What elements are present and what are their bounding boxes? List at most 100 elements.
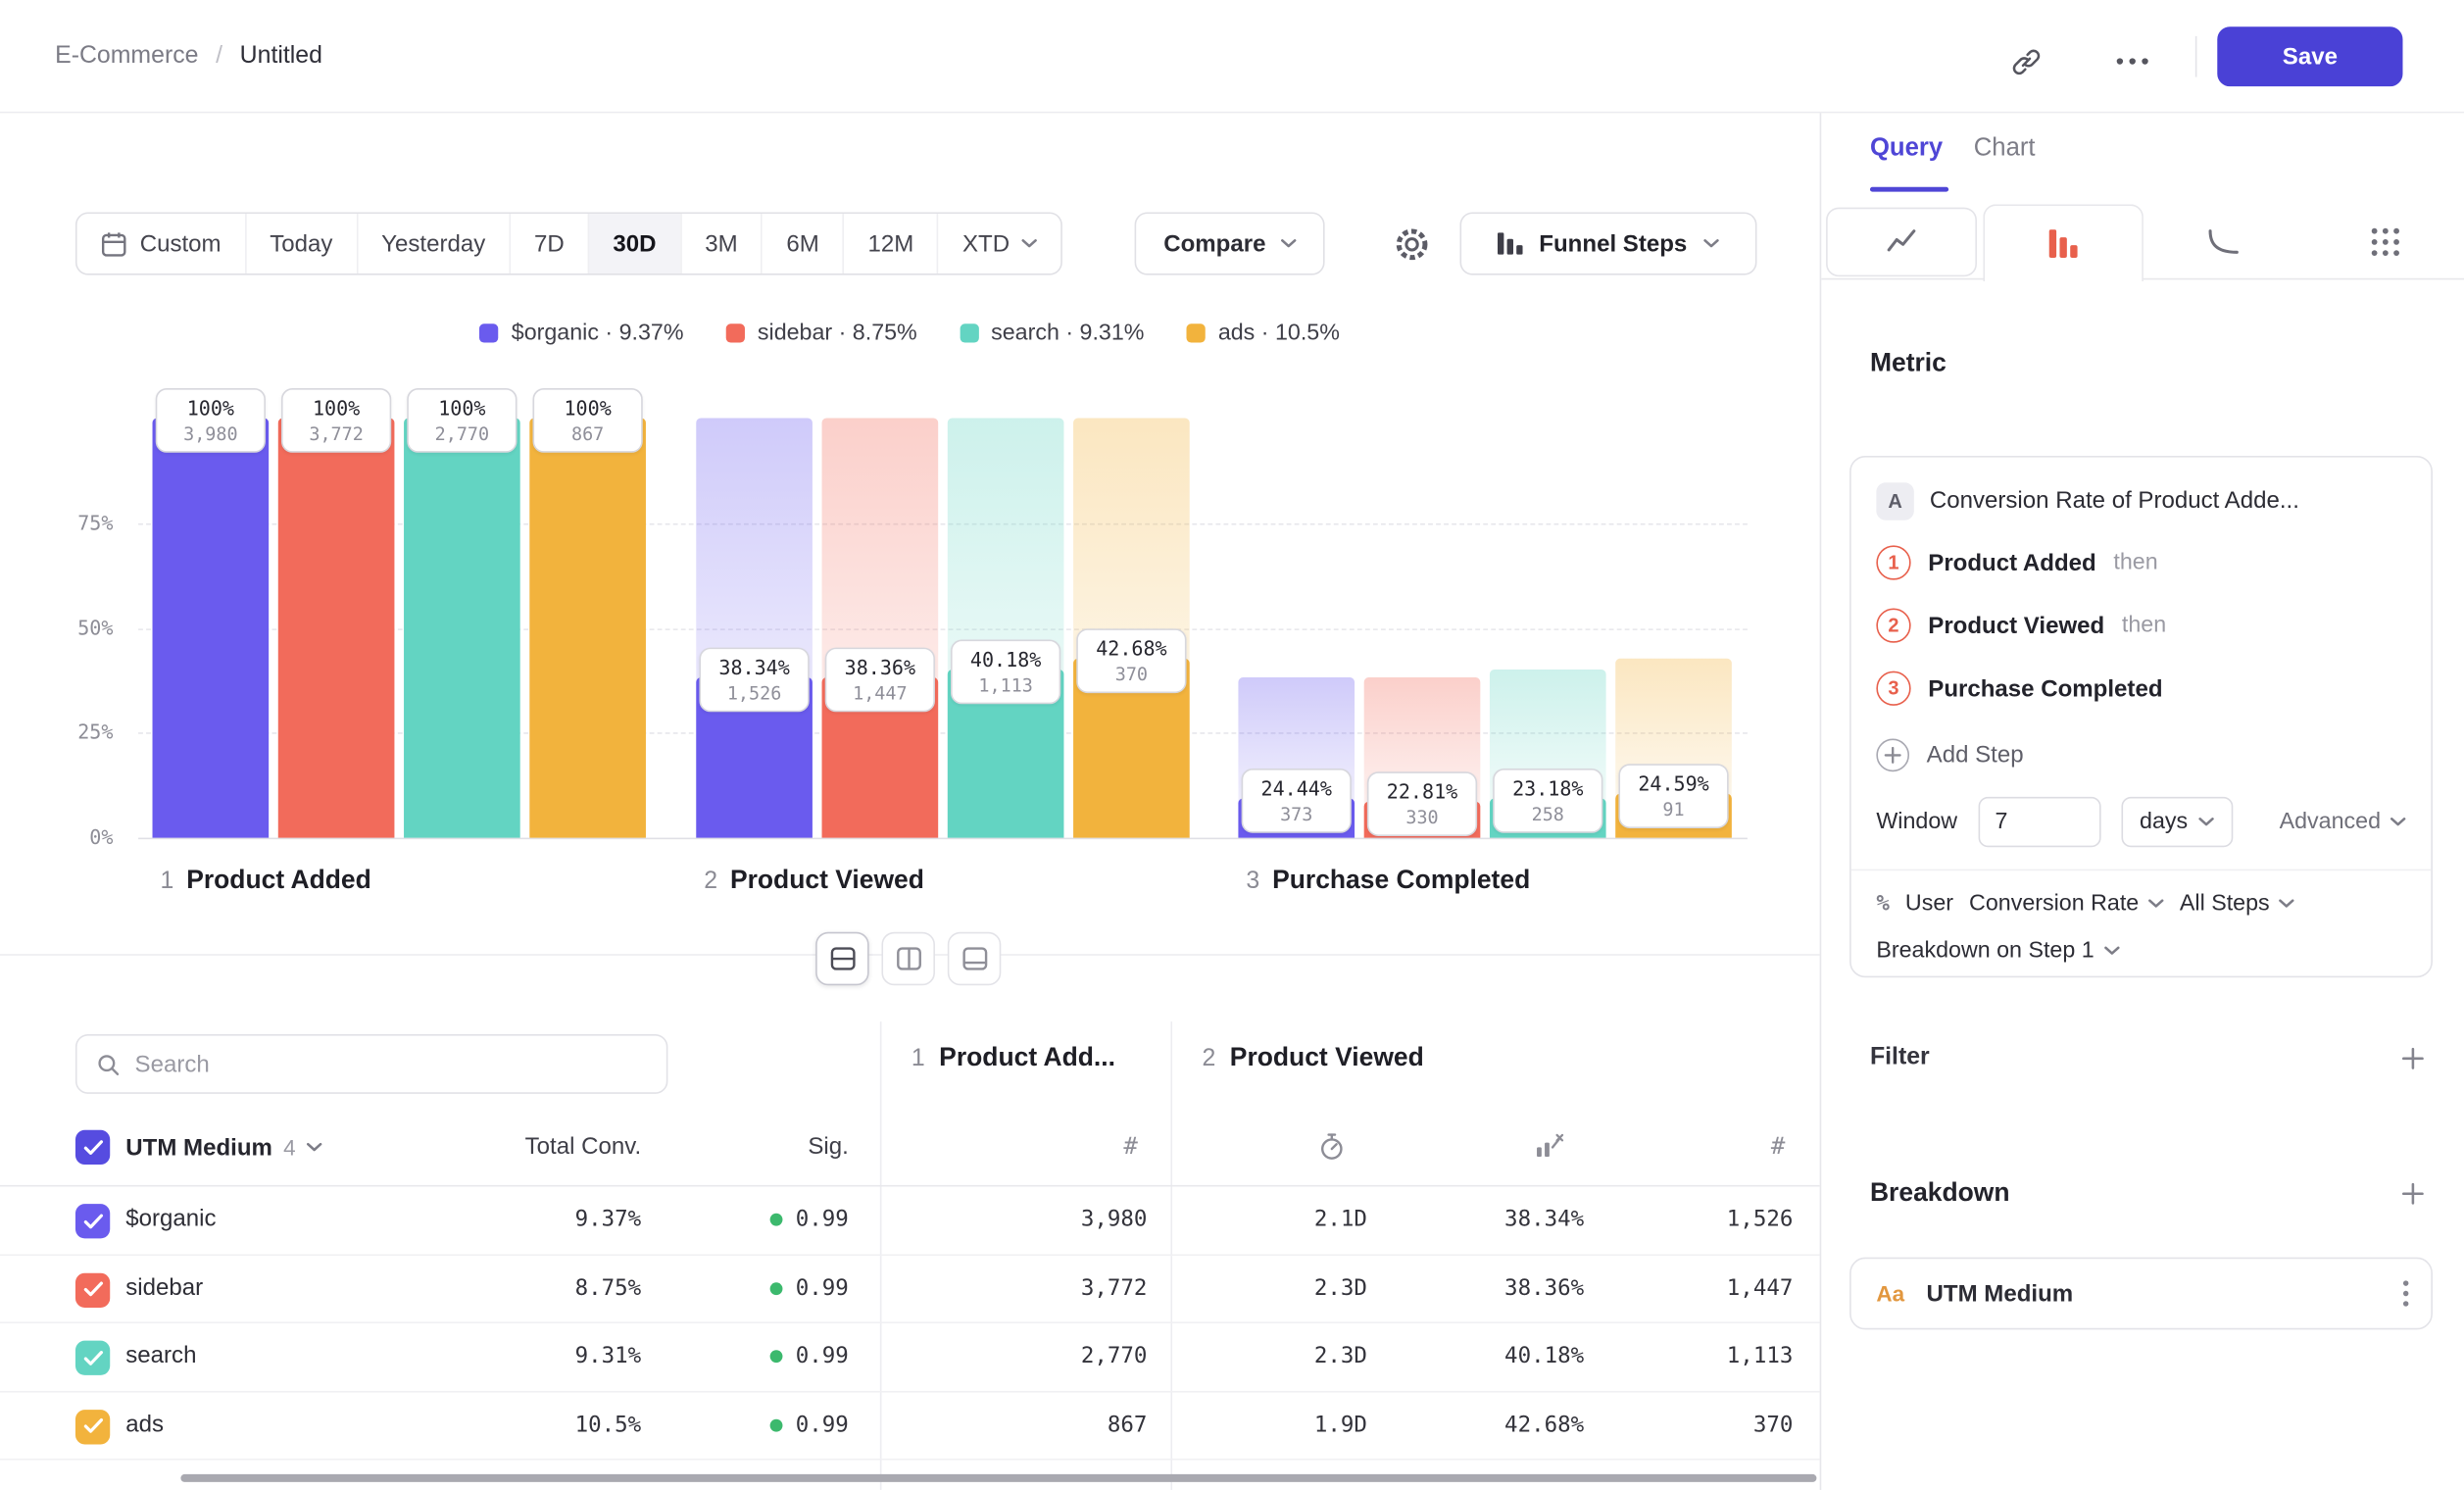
date-range-custom[interactable]: Custom [77,214,245,273]
date-range-yesterday[interactable]: Yesterday [357,214,510,273]
date-range-7d[interactable]: 7D [509,214,587,273]
chart-settings-button[interactable] [1389,222,1433,266]
breakdown-item-menu-button[interactable] [2402,1279,2408,1308]
funnel-step-row[interactable]: 3Purchase Completed [1876,671,2162,706]
add-filter-button[interactable] [2398,1044,2427,1072]
link-icon [2009,45,2043,78]
retention-curve-icon [2206,226,2241,258]
bar-percent: 100% [284,396,388,420]
bar-count: 1,447 [828,681,932,703]
time-to-convert-icon[interactable] [1317,1131,1347,1168]
table-group-header: 2 Product Viewed [1203,1044,1424,1073]
date-range-xtd[interactable]: XTD [937,214,1061,273]
gear-icon [1392,224,1431,263]
legend-item[interactable]: ads · 10.5% [1187,321,1340,346]
funnel-bar[interactable] [1073,659,1190,838]
table-row: search9.31%0.992,7702.3D40.18%1,113 [0,1323,1820,1392]
layout-bottom-panel-button[interactable] [948,932,1002,986]
group-header-number: 2 [1203,1045,1216,1073]
split-vertical-icon [895,946,921,971]
legend-item[interactable]: sidebar · 8.75% [726,321,917,346]
metric-title[interactable]: Conversion Rate of Product Adde... [1930,487,2401,514]
funnel-bar[interactable] [153,418,270,837]
total-conversion-header[interactable]: Total Conv. [421,1133,641,1160]
chevron-down-icon [1022,239,1038,249]
chart-type-funnel-tab[interactable] [1983,204,2144,281]
group-header-label: Product Add... [939,1044,1115,1073]
row-checkbox[interactable] [75,1409,110,1443]
breakdown-step-select[interactable]: Breakdown on Step 1 [1876,938,2119,964]
search-input[interactable] [135,1051,648,1077]
layout-split-horizontal-button[interactable] [815,932,869,986]
legend-item[interactable]: $organic · 9.37% [480,321,684,346]
steps-scope-select[interactable]: All Steps [2180,891,2294,917]
entity-label[interactable]: User [1905,891,1953,917]
funnel-bar[interactable] [1490,799,1606,838]
add-breakdown-button[interactable] [2398,1179,2427,1208]
ellipsis-icon [2115,57,2149,67]
breakdown-item-card[interactable]: Aa UTM Medium [1849,1258,2433,1330]
breakdown-heading: Breakdown [1870,1178,2010,1208]
funnel-step-row[interactable]: 2Product Viewedthen [1876,608,2166,642]
funnel-step-row[interactable]: 1Product Addedthen [1876,545,2157,579]
funnel-bar[interactable] [1364,801,1481,837]
compare-button[interactable]: Compare [1135,212,1325,274]
step2-count: 1,447 [1620,1275,1793,1301]
funnel-bar[interactable] [822,676,939,837]
funnel-bar[interactable] [1615,794,1732,838]
conversion-chart-icon[interactable] [1534,1131,1565,1167]
significance-header[interactable]: Sig. [691,1133,848,1160]
count-column-icon[interactable]: # [1691,1131,1785,1160]
breakdown-column-header[interactable]: UTM Medium 4 [125,1130,322,1165]
date-range-today[interactable]: Today [245,214,357,273]
share-link-button[interactable] [2005,41,2046,82]
save-button[interactable]: Save [2217,26,2402,86]
step2-count: 370 [1620,1413,1793,1438]
funnel-bar[interactable] [529,418,646,837]
significance-value: 0.99 [657,1275,849,1301]
add-step-label: Add Step [1927,741,2024,768]
chart-type-insights-tab[interactable] [1821,204,1982,279]
date-range-6m[interactable]: 6M [762,214,843,273]
dots-grid-icon [2369,226,2400,258]
breadcrumb-title[interactable]: Untitled [240,42,322,71]
tab-query[interactable]: Query [1870,135,1943,164]
step1-count: 3,772 [924,1275,1148,1301]
date-range-3m[interactable]: 3M [680,214,762,273]
group-header-label: Product Viewed [1230,1044,1424,1073]
row-checkbox[interactable] [75,1341,110,1375]
funnel-bar[interactable] [278,418,395,837]
window-unit-select[interactable]: days [2121,797,2234,847]
funnel-bars-icon [1499,232,1524,254]
more-options-button[interactable] [2112,41,2153,82]
funnel-bar[interactable] [1238,798,1355,837]
funnel-steps-view-button[interactable]: Funnel Steps [1459,212,1756,274]
date-range-30d[interactable]: 30D [588,214,680,273]
row-checkbox[interactable] [75,1272,110,1307]
funnel-bar[interactable] [696,676,813,837]
funnel-bar[interactable] [404,418,520,837]
advanced-toggle[interactable]: Advanced [2280,810,2406,835]
legend-label: sidebar · 8.75% [758,321,917,346]
layout-split-vertical-button[interactable] [881,932,935,986]
step2-time: 2.1D [1195,1207,1367,1232]
row-checkbox[interactable] [75,1204,110,1238]
select-all-checkbox[interactable] [75,1130,110,1165]
tab-chart[interactable]: Chart [1974,135,2036,164]
horizontal-scrollbar[interactable] [180,1474,1816,1482]
funnel-bar[interactable] [948,670,1064,838]
count-column-icon[interactable]: # [1044,1131,1138,1160]
step2-time: 2.3D [1195,1275,1367,1301]
chart-type-retention-tab[interactable] [2144,204,2304,279]
metric-type-select[interactable]: Conversion Rate [1969,891,2164,917]
add-step-button[interactable]: Add Step [1876,737,2023,771]
bar-value-label: 38.34%1,526 [699,647,809,712]
chart-type-flows-tab[interactable] [2304,204,2464,279]
breadcrumb-project[interactable]: E-Commerce [55,42,198,71]
breakdown-step-row: Breakdown on Step 1 [1876,938,2119,964]
bar-value-label: 24.44%373 [1242,769,1352,833]
date-range-12m[interactable]: 12M [843,214,937,273]
legend-item[interactable]: search · 9.31% [960,321,1144,346]
window-value-input[interactable] [1978,797,2100,847]
date-range-segmented-control: CustomTodayYesterday7D30D3M6M12MXTD [75,212,1063,274]
